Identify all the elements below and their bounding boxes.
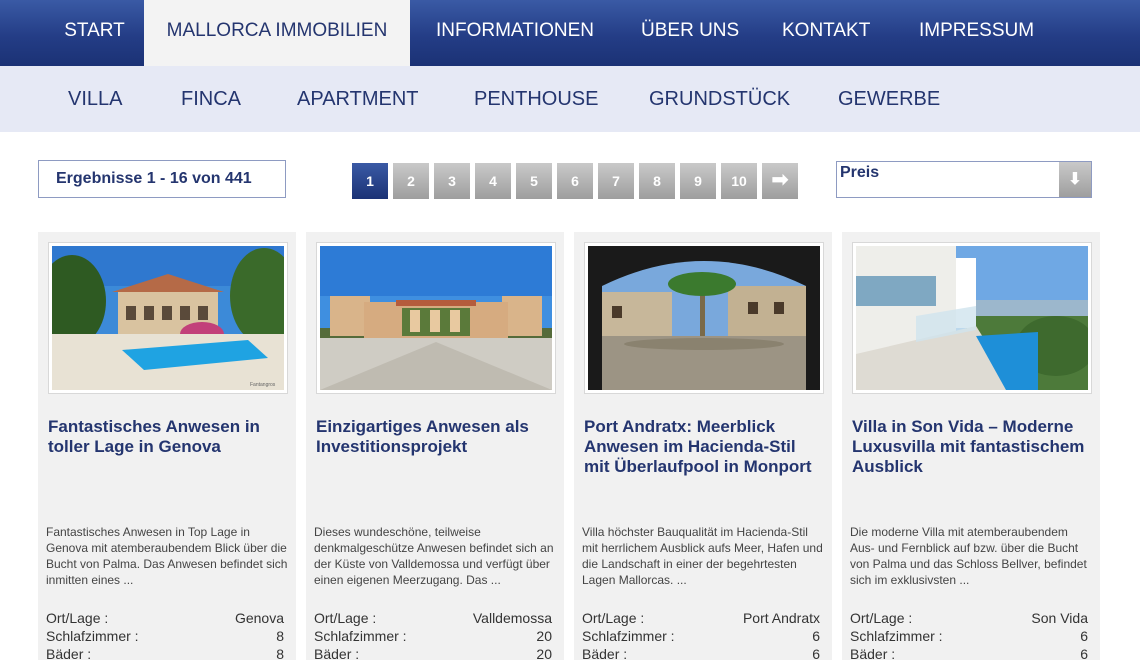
spec-bedrooms-value: 6 xyxy=(812,628,820,644)
hacienda-courtyard-photo-graphic xyxy=(588,246,820,390)
spec-bathrooms-label: Bäder : xyxy=(46,646,92,660)
listing-title[interactable]: Einzigartiges Anwesen als Investitionspr… xyxy=(316,417,554,457)
page-6-button[interactable]: 6 xyxy=(557,163,593,199)
spec-bedrooms-label: Schlafzimmer : xyxy=(850,628,943,644)
spec-bedrooms: Schlafzimmer : 6 xyxy=(582,627,820,645)
listing-description: Die moderne Villa mit atemberaubendem Au… xyxy=(850,525,1087,587)
modern-villa-infinity-pool-photo[interactable] xyxy=(852,242,1092,394)
page-8-button[interactable]: 8 xyxy=(639,163,675,199)
spec-bathrooms: Bäder : 8 xyxy=(46,645,284,660)
category-finca[interactable]: FINCA xyxy=(181,66,241,132)
spec-location-value: Genova xyxy=(234,610,284,626)
listing-card[interactable]: Einzigartiges Anwesen als Investitionspr… xyxy=(306,232,564,660)
nav-kontakt[interactable]: Kontakt xyxy=(782,0,870,66)
page-3-button[interactable]: 3 xyxy=(434,163,470,199)
modern-villa-infinity-pool-photo-graphic xyxy=(856,246,1088,390)
listing-specs: Ort/Lage : Port Andratx Schlafzimmer : 6 B… xyxy=(582,609,820,660)
spec-location: Ort/Lage : Valldemossa xyxy=(314,609,552,627)
listing-card[interactable]: Fantangros Fantastisches Anwesen in toll… xyxy=(38,232,296,660)
spec-bathrooms: Bäder : 6 xyxy=(582,645,820,660)
listing-title[interactable]: Villa in Son Vida – Moderne Luxusvilla m… xyxy=(852,417,1090,477)
historic-manor-photo-graphic xyxy=(320,246,552,390)
page-2-button[interactable]: 2 xyxy=(393,163,429,199)
category-villa[interactable]: VILLA xyxy=(68,66,122,132)
page-10-button[interactable]: 10 xyxy=(721,163,757,199)
nav-mallorca-immobilien[interactable]: Mallorca Immobilien xyxy=(144,0,410,66)
category-penthouse[interactable]: PENTHOUSE xyxy=(474,66,598,132)
category-grundstueck[interactable]: GRUNDSTÜCK xyxy=(649,66,790,132)
spec-location-value: Son Vida xyxy=(1031,610,1088,626)
page-9-button[interactable]: 9 xyxy=(680,163,716,199)
page-1-button[interactable]: 1 xyxy=(352,163,388,199)
page-5-button[interactable]: 5 xyxy=(516,163,552,199)
category-navigation: VILLA FINCA APARTMENT PENTHOUSE GRUNDSTÜ… xyxy=(0,66,1140,132)
listing-title[interactable]: Port Andratx: Meerblick Anwesen im Hacie… xyxy=(584,417,822,477)
arrow-right-icon: ➡ xyxy=(771,169,789,191)
sort-select-value: Preis xyxy=(840,164,880,181)
spec-bathrooms: Bäder : 20 xyxy=(314,645,552,660)
spec-bathrooms-value: 8 xyxy=(276,646,284,660)
spec-location-value: Valldemossa xyxy=(472,610,552,626)
spec-bedrooms-value: 6 xyxy=(1080,628,1088,644)
spec-bathrooms-value: 20 xyxy=(536,646,552,660)
main-navigation: Start Mallorca Immobilien Informationen … xyxy=(0,0,1140,66)
nav-informationen[interactable]: Informationen xyxy=(436,0,594,66)
spec-bathrooms-value: 6 xyxy=(1080,646,1088,660)
villa-with-pool-photo[interactable]: Fantangros xyxy=(48,242,288,394)
next-page-button[interactable]: ➡ xyxy=(762,163,798,199)
sort-dropdown-button[interactable]: ⬇ xyxy=(1059,162,1091,197)
spec-bedrooms-value: 20 xyxy=(536,628,552,644)
spec-bathrooms-value: 6 xyxy=(812,646,820,660)
spec-location-label: Ort/Lage : xyxy=(46,610,109,626)
spec-bedrooms: Schlafzimmer : 6 xyxy=(850,627,1088,645)
villa-with-pool-photo-graphic: Fantangros xyxy=(52,246,284,390)
nav-ueber-uns[interactable]: Über uns xyxy=(641,0,739,66)
spec-location-label: Ort/Lage : xyxy=(314,610,377,626)
svg-text:Fantangros: Fantangros xyxy=(250,382,276,388)
listing-card[interactable]: Villa in Son Vida – Moderne Luxusvilla m… xyxy=(842,232,1100,660)
spec-location-label: Ort/Lage : xyxy=(582,610,645,626)
listing-description: Villa höchster Bauqualität im Hacienda-S… xyxy=(582,525,823,587)
spec-location-label: Ort/Lage : xyxy=(850,610,913,626)
hacienda-courtyard-photo[interactable] xyxy=(584,242,824,394)
category-apartment[interactable]: APARTMENT xyxy=(297,66,419,132)
listing-specs: Ort/Lage : Valldemossa Schlafzimmer : 20 B… xyxy=(314,609,552,660)
spec-bathrooms: Bäder : 6 xyxy=(850,645,1088,660)
spec-bedrooms-value: 8 xyxy=(276,628,284,644)
historic-manor-photo[interactable] xyxy=(316,242,556,394)
sort-select[interactable]: Preis ⬇ xyxy=(836,161,1092,198)
spec-bedrooms: Schlafzimmer : 20 xyxy=(314,627,552,645)
spec-bedrooms-label: Schlafzimmer : xyxy=(582,628,675,644)
spec-location: Ort/Lage : Genova xyxy=(46,609,284,627)
spec-bedrooms: Schlafzimmer : 8 xyxy=(46,627,284,645)
results-count: Ergebnisse 1 - 16 von 441 xyxy=(38,160,286,198)
listing-card[interactable]: Port Andratx: Meerblick Anwesen im Hacie… xyxy=(574,232,832,660)
spec-bedrooms-label: Schlafzimmer : xyxy=(46,628,139,644)
listing-specs: Ort/Lage : Son Vida Schlafzimmer : 6 Bäder… xyxy=(850,609,1088,660)
listing-title[interactable]: Fantastisches Anwesen in toller Lage in … xyxy=(48,417,286,457)
arrow-down-icon: ⬇ xyxy=(1068,171,1082,188)
spec-location: Ort/Lage : Son Vida xyxy=(850,609,1088,627)
spec-bathrooms-label: Bäder : xyxy=(850,646,896,660)
spec-location-value: Port Andratx xyxy=(742,610,820,626)
spec-bathrooms-label: Bäder : xyxy=(314,646,360,660)
spec-location: Ort/Lage : Port Andratx xyxy=(582,609,820,627)
nav-start[interactable]: Start xyxy=(45,0,144,66)
page-7-button[interactable]: 7 xyxy=(598,163,634,199)
nav-impressum[interactable]: Impressum xyxy=(919,0,1034,66)
category-gewerbe[interactable]: GEWERBE xyxy=(838,66,940,132)
spec-bedrooms-label: Schlafzimmer : xyxy=(314,628,407,644)
spec-bathrooms-label: Bäder : xyxy=(582,646,628,660)
listing-specs: Ort/Lage : Genova Schlafzimmer : 8 Bäder :… xyxy=(46,609,284,660)
listing-description: Fantastisches Anwesen in Top Lage in Gen… xyxy=(46,525,288,587)
listing-description: Dieses wundeschöne, teilweise denkmalges… xyxy=(314,525,554,587)
page-4-button[interactable]: 4 xyxy=(475,163,511,199)
